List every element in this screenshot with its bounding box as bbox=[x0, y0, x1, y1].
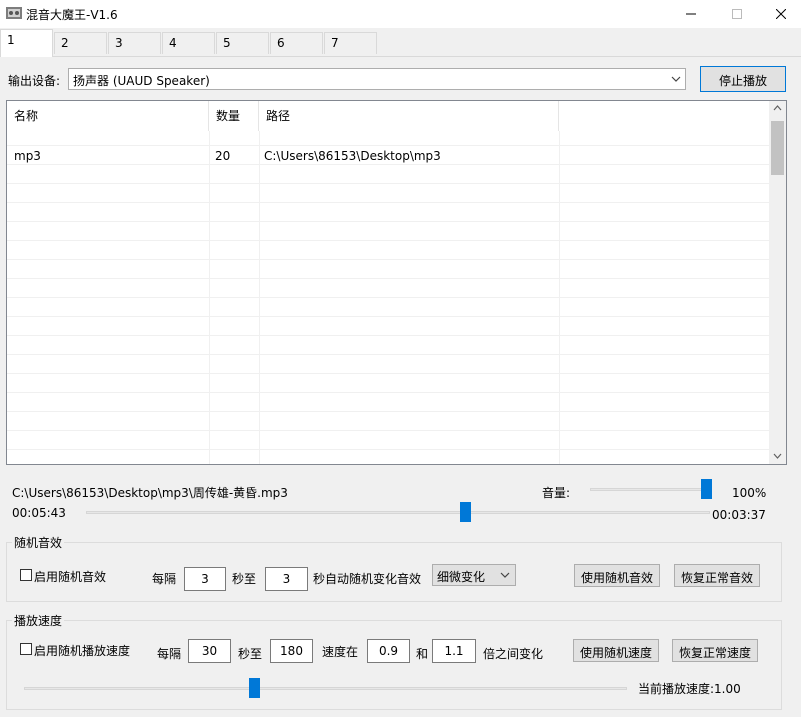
table-row-divider bbox=[7, 221, 769, 222]
random-effect-group-title: 随机音效 bbox=[12, 534, 65, 551]
output-device-label: 输出设备: bbox=[8, 74, 61, 88]
table-row-divider bbox=[7, 164, 769, 165]
table-row-divider bbox=[7, 297, 769, 298]
tab-5[interactable]: 5 bbox=[216, 32, 269, 54]
output-device-select[interactable]: 扬声器 (UAUD Speaker) bbox=[68, 68, 686, 90]
restore-speed-button[interactable]: 恢复正常速度 bbox=[672, 639, 758, 662]
tab-3[interactable]: 3 bbox=[108, 32, 161, 54]
table-row-divider bbox=[7, 202, 769, 203]
chevron-down-icon bbox=[671, 76, 681, 82]
effect-from-seconds-input[interactable]: 3 bbox=[184, 567, 226, 591]
stop-playback-button[interactable]: 停止播放 bbox=[700, 66, 786, 92]
column-divider bbox=[559, 131, 560, 464]
scrollbar-thumb[interactable] bbox=[771, 121, 784, 175]
speed-min-input[interactable]: 0.9 bbox=[367, 639, 410, 663]
table-row-count[interactable]: 20 bbox=[215, 149, 230, 163]
scroll-up-icon[interactable] bbox=[773, 105, 782, 111]
speed-max-input[interactable]: 1.1 bbox=[432, 639, 476, 663]
current-speed-text: 当前播放速度:1.00 bbox=[638, 682, 741, 696]
volume-percent: 100% bbox=[732, 486, 767, 500]
speed-every-label: 每隔 bbox=[157, 647, 182, 661]
scroll-down-icon[interactable] bbox=[773, 453, 782, 459]
minimize-button[interactable] bbox=[668, 0, 714, 28]
progress-slider-thumb[interactable] bbox=[459, 502, 471, 522]
speed-slider-track[interactable] bbox=[24, 687, 627, 690]
effect-sec-to-label: 秒至 bbox=[232, 572, 257, 586]
playlist-table[interactable]: 名称 数量 路径 mp3 20 C:\Users\86153\Desktop\m… bbox=[6, 100, 787, 465]
table-row-divider bbox=[7, 183, 769, 184]
column-header-name[interactable]: 名称 bbox=[7, 101, 209, 131]
restore-effect-button[interactable]: 恢复正常音效 bbox=[674, 564, 760, 587]
column-header-path[interactable]: 路径 bbox=[259, 101, 559, 131]
enable-random-speed-checkbox[interactable] bbox=[20, 643, 32, 655]
tab-7[interactable]: 7 bbox=[324, 32, 377, 54]
speed-slider-thumb[interactable] bbox=[248, 678, 260, 698]
app-icon bbox=[6, 7, 22, 19]
volume-slider-track[interactable] bbox=[590, 488, 712, 491]
table-row-divider bbox=[7, 449, 769, 450]
maximize-icon bbox=[732, 9, 742, 19]
current-file-path: C:\Users\86153\Desktop\mp3\周传雄-黄昏.mp3 bbox=[12, 486, 288, 500]
tab-1[interactable]: 1 bbox=[0, 29, 53, 57]
close-button[interactable] bbox=[758, 0, 801, 28]
use-random-effect-button[interactable]: 使用随机音效 bbox=[574, 564, 660, 587]
speed-in-label: 速度在 bbox=[322, 645, 359, 659]
tab-4[interactable]: 4 bbox=[162, 32, 215, 54]
table-row-divider bbox=[7, 259, 769, 260]
enable-random-effect-label[interactable]: 启用随机音效 bbox=[34, 568, 106, 585]
vertical-scrollbar[interactable] bbox=[769, 101, 786, 464]
column-divider bbox=[209, 131, 210, 464]
use-random-speed-button[interactable]: 使用随机速度 bbox=[573, 639, 659, 662]
chevron-down-icon bbox=[500, 572, 510, 578]
elapsed-time: 00:05:43 bbox=[12, 506, 66, 520]
speed-suffix-label: 倍之间变化 bbox=[483, 647, 544, 661]
speed-from-seconds-input[interactable]: 30 bbox=[188, 639, 231, 663]
table-row-divider bbox=[7, 373, 769, 374]
table-row-path[interactable]: C:\Users\86153\Desktop\mp3 bbox=[264, 149, 441, 163]
effect-mode-select[interactable]: 细微变化 bbox=[432, 564, 516, 586]
column-header-count[interactable]: 数量 bbox=[209, 101, 259, 131]
tab-2[interactable]: 2 bbox=[54, 32, 107, 54]
table-row-name[interactable]: mp3 bbox=[14, 149, 41, 163]
table-row-divider bbox=[7, 392, 769, 393]
table-row-divider bbox=[7, 145, 769, 146]
tab-6[interactable]: 6 bbox=[270, 32, 323, 54]
enable-random-speed-label[interactable]: 启用随机播放速度 bbox=[34, 642, 130, 659]
remaining-time: 00:03:37 bbox=[712, 508, 766, 522]
effect-mode-value: 细微变化 bbox=[437, 570, 486, 584]
table-row-divider bbox=[7, 335, 769, 336]
maximize-button[interactable] bbox=[714, 0, 760, 28]
window-title: 混音大魔王-V1.6 bbox=[26, 8, 118, 22]
table-row-divider bbox=[7, 430, 769, 431]
enable-random-effect-checkbox[interactable] bbox=[20, 569, 32, 581]
table-row-divider bbox=[7, 240, 769, 241]
table-row-divider bbox=[7, 354, 769, 355]
minimize-icon bbox=[686, 13, 696, 15]
effect-to-seconds-input[interactable]: 3 bbox=[265, 567, 308, 591]
playback-speed-group-title: 播放速度 bbox=[12, 612, 65, 629]
column-divider bbox=[259, 131, 260, 464]
volume-slider-thumb[interactable] bbox=[701, 479, 712, 499]
table-row-divider bbox=[7, 411, 769, 412]
volume-label: 音量: bbox=[542, 486, 571, 500]
speed-to-seconds-input[interactable]: 180 bbox=[270, 639, 313, 663]
speed-and-label: 和 bbox=[416, 647, 429, 661]
effect-every-label: 每隔 bbox=[152, 572, 177, 586]
progress-slider-track[interactable] bbox=[86, 511, 710, 514]
table-row-divider bbox=[7, 316, 769, 317]
output-device-value: 扬声器 (UAUD Speaker) bbox=[73, 74, 210, 88]
effect-suffix-label: 秒自动随机变化音效 bbox=[313, 572, 422, 586]
speed-sec-to-label: 秒至 bbox=[238, 647, 263, 661]
close-icon bbox=[776, 9, 786, 19]
table-row-divider bbox=[7, 278, 769, 279]
